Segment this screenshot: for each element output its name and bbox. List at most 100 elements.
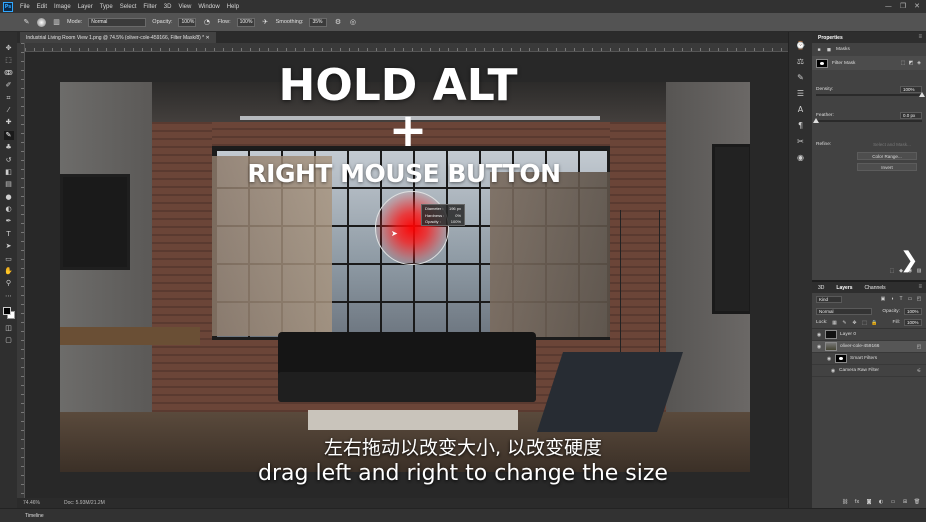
menu-3d[interactable]: 3D <box>164 4 172 10</box>
adjustment-layer-icon[interactable]: ◐ <box>878 499 884 505</box>
properties-tab[interactable]: Properties <box>816 35 845 41</box>
new-layer-icon[interactable]: ⊞ <box>902 499 908 505</box>
eyedropper-tool-icon[interactable]: ⁄ <box>4 106 14 115</box>
brush-settings-icon[interactable]: ▥ <box>52 18 61 27</box>
close-icon[interactable]: ✕ <box>914 2 920 10</box>
marquee-tool-icon[interactable]: ⬚ <box>4 56 14 65</box>
filter-options-icon[interactable]: ⚟ <box>916 368 922 374</box>
density-knob[interactable] <box>919 92 925 97</box>
filter-mask-thumbnail[interactable] <box>835 354 847 363</box>
tab-3d[interactable]: 3D <box>816 285 826 291</box>
timeline-tab[interactable]: Timeline <box>25 513 44 519</box>
healing-tool-icon[interactable]: ✚ <box>4 118 14 127</box>
lock-all-icon[interactable]: 🔒 <box>871 320 877 326</box>
density-slider[interactable] <box>816 92 925 97</box>
move-tool-icon[interactable]: ✥ <box>4 44 14 53</box>
menu-filter[interactable]: Filter <box>143 4 156 10</box>
load-selection-icon[interactable]: ⬚ <box>889 268 895 274</box>
mode-select[interactable]: Normal <box>88 17 147 27</box>
color-range-button[interactable]: Color Range... <box>857 152 917 160</box>
tab-layers[interactable]: Layers <box>834 285 854 291</box>
vector-mask-icon[interactable]: ◼ <box>826 47 832 53</box>
layer-row[interactable]: ◉ Camera Raw Filter ⚟ <box>812 365 926 377</box>
menu-select[interactable]: Select <box>120 4 137 10</box>
filter-shape-icon[interactable]: ▭ <box>907 296 913 302</box>
hand-tool-icon[interactable]: ✋ <box>4 267 14 276</box>
lock-paint-icon[interactable]: ✎ <box>841 320 847 326</box>
feather-knob[interactable] <box>813 118 819 123</box>
more-tools-icon[interactable]: ⋯ <box>4 292 14 301</box>
eraser-tool-icon[interactable]: ◧ <box>4 168 14 177</box>
vector-add-icon[interactable]: ◈ <box>916 60 922 66</box>
layers-menu-icon[interactable]: ≡ <box>918 284 922 290</box>
mask-thumbnail[interactable] <box>816 58 828 68</box>
filter-adjust-icon[interactable]: ◑ <box>889 296 895 302</box>
brush-tool-icon[interactable]: ✎ <box>3 130 14 140</box>
brush-preset-picker[interactable] <box>37 17 46 27</box>
horizontal-ruler[interactable] <box>25 43 788 52</box>
layer-visibility-icon[interactable]: ◉ <box>816 332 822 338</box>
smoothing-field[interactable]: 35% <box>309 17 328 27</box>
lock-move-icon[interactable]: ✥ <box>851 320 857 326</box>
next-arrow-icon[interactable]: ❯ <box>900 248 918 273</box>
quick-select-tool-icon[interactable]: ✐ <box>4 81 14 90</box>
quick-mask-icon[interactable]: ◫ <box>4 324 14 333</box>
select-and-mask-button[interactable]: Select and Mask... <box>862 141 922 149</box>
zoom-level[interactable]: 74.46% <box>23 500 40 506</box>
lock-artboard-icon[interactable]: ⬚ <box>861 320 867 326</box>
paragraph-icon[interactable]: ¶ <box>795 120 807 130</box>
airbrush-icon[interactable]: ✈ <box>261 18 270 27</box>
history-brush-icon[interactable]: ↺ <box>4 156 14 165</box>
add-mask-icon[interactable]: ◙ <box>866 499 872 505</box>
feather-slider[interactable] <box>813 118 922 123</box>
opacity-field[interactable]: 100% <box>178 17 197 27</box>
photoshop-logo-icon[interactable]: Ps <box>3 1 13 12</box>
invert-button[interactable]: Invert <box>857 163 917 171</box>
brush-cursor-preview[interactable] <box>375 191 449 265</box>
tools-preset-icon[interactable]: ✂ <box>795 136 807 146</box>
menu-image[interactable]: Image <box>54 4 71 10</box>
swatches-icon[interactable]: ◉ <box>795 152 807 162</box>
vertical-ruler[interactable] <box>17 43 25 508</box>
feather-field[interactable]: 0.0 px <box>900 111 922 119</box>
brush-settings-panel-icon[interactable]: ✎ <box>795 72 807 82</box>
select-mask-icon[interactable]: ⬚ <box>900 60 906 66</box>
filter-type-icon[interactable]: T <box>898 296 904 302</box>
type-tool-icon[interactable]: T <box>4 230 14 239</box>
properties-icon[interactable]: ☰ <box>795 88 807 98</box>
menu-edit[interactable]: Edit <box>37 4 47 10</box>
brush-tool-icon[interactable]: ✎ <box>22 18 31 27</box>
color-swatches[interactable] <box>2 306 16 320</box>
gradient-tool-icon[interactable]: ▤ <box>4 180 14 189</box>
menu-window[interactable]: Window <box>198 4 219 10</box>
character-icon[interactable]: A <box>795 104 807 114</box>
blur-tool-icon[interactable]: ● <box>4 193 14 202</box>
layer-style-icon[interactable]: fx <box>854 499 860 505</box>
layer-visibility-icon[interactable]: ◉ <box>830 368 836 374</box>
path-select-tool-icon[interactable]: ➤ <box>4 242 14 251</box>
adjustments-icon[interactable]: ⚖ <box>795 56 807 66</box>
add-mask-icon[interactable]: ◩ <box>908 60 914 66</box>
doc-size[interactable]: Doc: 5.93M/21.2M <box>64 500 105 506</box>
filter-pixel-icon[interactable]: ▣ <box>880 296 886 302</box>
lock-pixels-icon[interactable]: ▦ <box>831 320 837 326</box>
layer-row[interactable]: ◉ oliver-cole-459166 ◰ <box>812 341 926 353</box>
gear-icon[interactable]: ⚙ <box>333 18 342 27</box>
flow-field[interactable]: 100% <box>236 17 255 27</box>
foreground-color-swatch[interactable] <box>2 307 11 316</box>
crop-tool-icon[interactable]: ⌗ <box>4 94 14 103</box>
maximize-icon[interactable]: ❐ <box>900 2 906 10</box>
shape-tool-icon[interactable]: ▭ <box>4 255 14 264</box>
stamp-tool-icon[interactable]: ♣ <box>4 143 14 152</box>
lasso-tool-icon[interactable]: ↂ <box>4 69 14 78</box>
link-layers-icon[interactable]: ⛓ <box>842 499 848 505</box>
menu-view[interactable]: View <box>178 4 191 10</box>
document-tab[interactable]: Industrial Living Room View 1.png @ 74.5… <box>20 32 216 43</box>
panel-menu-icon[interactable]: ≡ <box>918 34 922 40</box>
zoom-tool-icon[interactable]: ⚲ <box>4 279 14 288</box>
layer-opacity-field[interactable]: 100% <box>904 307 922 315</box>
kind-filter-select[interactable]: Kind <box>816 295 842 303</box>
trash-icon[interactable]: 🗑 <box>914 499 920 505</box>
tab-channels[interactable]: Channels <box>863 285 888 291</box>
layer-row[interactable]: ◉ Smart Filters <box>812 353 926 365</box>
